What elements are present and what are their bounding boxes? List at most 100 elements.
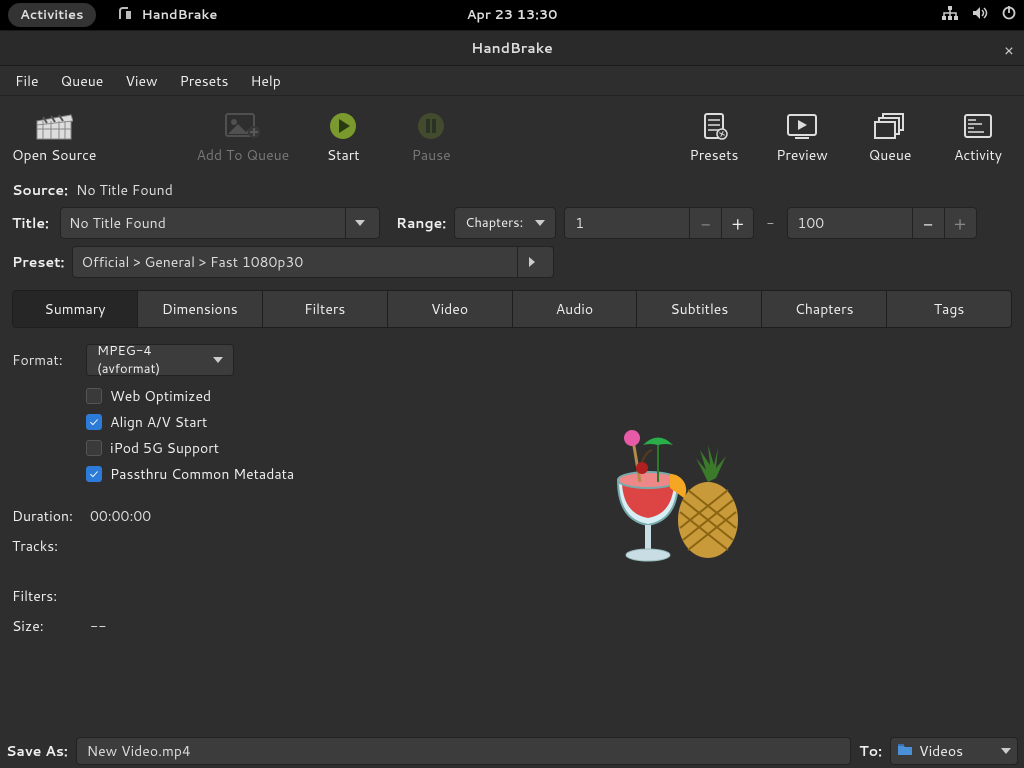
tab-audio[interactable]: Audio — [513, 291, 638, 327]
duration-label: Duration: — [12, 506, 74, 526]
chevron-down-icon — [1001, 748, 1011, 754]
saveas-input[interactable]: New Video.mp4 — [76, 737, 852, 765]
web-optimized-label: Web Optimized — [110, 386, 211, 406]
checkbox-icon — [86, 414, 102, 430]
to-label: To: — [859, 741, 882, 761]
activity-icon — [962, 110, 994, 142]
close-icon[interactable]: × — [1004, 39, 1014, 62]
presets-button[interactable]: Presets — [680, 110, 748, 165]
ipod-check[interactable]: iPod 5G Support — [86, 438, 294, 458]
menu-presets[interactable]: Presets — [169, 66, 240, 96]
title-combo[interactable]: No Title Found — [60, 207, 380, 239]
toolbar: Open Source Add To Queue Start Pause Pre… — [0, 96, 1024, 172]
tab-chapters[interactable]: Chapters — [762, 291, 887, 327]
image-add-icon — [224, 110, 262, 142]
menu-view[interactable]: View — [114, 66, 168, 96]
align-av-label: Align A/V Start — [110, 412, 207, 432]
tab-subtitles[interactable]: Subtitles — [637, 291, 762, 327]
save-bar: Save As: New Video.mp4 To: Videos — [0, 734, 1024, 768]
summary-panel: Format: MPEG-4 (avformat) Web Optimized … — [0, 328, 1024, 652]
open-source-label: Open Source — [12, 145, 96, 165]
tab-video[interactable]: Video — [388, 291, 513, 327]
plus-icon[interactable]: + — [944, 208, 976, 238]
activities-button[interactable]: Activities — [8, 3, 96, 27]
web-optimized-check[interactable]: Web Optimized — [86, 386, 294, 406]
folder-icon — [897, 741, 913, 761]
checkbox-icon — [86, 466, 102, 482]
chevron-down-icon — [345, 208, 371, 238]
preview-button[interactable]: Preview — [768, 110, 836, 165]
preset-expand-icon[interactable] — [517, 247, 545, 277]
add-queue-label: Add To Queue — [196, 145, 289, 165]
pause-label: Pause — [412, 145, 451, 165]
menu-queue[interactable]: Queue — [50, 66, 115, 96]
saveas-label: Save As: — [6, 741, 68, 761]
start-label: Start — [327, 145, 360, 165]
open-source-button[interactable]: Open Source — [12, 110, 96, 165]
preset-combo-value: Official > General > Fast 1080p30 — [81, 252, 511, 272]
source-fields: Source: No Title Found Title: No Title F… — [0, 172, 1024, 284]
source-value: No Title Found — [76, 180, 173, 200]
add-queue-button[interactable]: Add To Queue — [196, 110, 289, 165]
preset-label: Preset: — [12, 252, 64, 272]
minus-icon[interactable]: − — [912, 208, 944, 238]
presets-label: Presets — [690, 145, 739, 165]
window-titlebar: HandBrake × — [0, 30, 1024, 66]
queue-button[interactable]: Queue — [856, 110, 924, 165]
destination-value: Videos — [919, 741, 963, 761]
format-combo[interactable]: MPEG-4 (avformat) — [86, 344, 234, 376]
plus-icon[interactable]: + — [721, 208, 753, 238]
destination-combo[interactable]: Videos — [890, 737, 1018, 765]
tab-summary[interactable]: Summary — [13, 291, 138, 327]
window-title: HandBrake — [471, 38, 553, 58]
handbrake-icon — [116, 5, 134, 26]
saveas-value: New Video.mp4 — [87, 741, 191, 761]
gnome-top-bar: Activities HandBrake Apr 23 13:30 — [0, 0, 1024, 30]
source-label: Source: — [12, 180, 68, 200]
title-label: Title: — [12, 213, 52, 233]
chevron-down-icon — [213, 357, 223, 363]
passthru-meta-check[interactable]: Passthru Common Metadata — [86, 464, 294, 484]
preview-area — [334, 344, 1012, 636]
checkbox-icon — [86, 440, 102, 456]
duration-value: 00:00:00 — [90, 506, 151, 526]
passthru-meta-label: Passthru Common Metadata — [110, 464, 294, 484]
menu-help[interactable]: Help — [239, 66, 291, 96]
activity-label: Activity — [954, 145, 1002, 165]
tab-dimensions[interactable]: Dimensions — [138, 291, 263, 327]
power-icon[interactable] — [1002, 5, 1016, 25]
top-app-name: HandBrake — [142, 6, 218, 24]
range-mode-combo[interactable]: Chapters: — [454, 207, 556, 239]
start-button[interactable]: Start — [309, 110, 377, 165]
minus-icon[interactable]: − — [689, 208, 721, 238]
range-from-value: 1 — [575, 213, 689, 233]
align-av-check[interactable]: Align A/V Start — [86, 412, 294, 432]
activity-button[interactable]: Activity — [944, 110, 1012, 165]
range-dash: - — [762, 213, 778, 233]
volume-icon[interactable] — [972, 5, 988, 25]
range-to-spin[interactable]: 100 − + — [787, 207, 977, 239]
presets-icon — [699, 110, 729, 142]
format-value: MPEG-4 (avformat) — [97, 342, 207, 378]
size-value: -- — [90, 616, 107, 636]
tab-filters[interactable]: Filters — [263, 291, 388, 327]
queue-label: Queue — [869, 145, 912, 165]
range-from-spin[interactable]: 1 − + — [564, 207, 754, 239]
format-label: Format: — [12, 350, 74, 370]
preview-label: Preview — [776, 145, 828, 165]
pause-icon — [416, 110, 446, 142]
preview-icon — [785, 110, 819, 142]
tracks-label: Tracks: — [12, 536, 74, 556]
pause-button[interactable]: Pause — [397, 110, 465, 165]
title-combo-value: No Title Found — [69, 213, 333, 233]
chevron-down-icon — [535, 220, 545, 226]
network-icon[interactable] — [942, 5, 958, 25]
menu-bar: File Queue View Presets Help — [0, 66, 1024, 96]
top-app-indicator[interactable]: HandBrake — [116, 5, 218, 26]
clock[interactable]: Apr 23 13:30 — [467, 6, 558, 24]
range-label: Range: — [396, 213, 446, 233]
preset-combo[interactable]: Official > General > Fast 1080p30 — [72, 246, 554, 278]
tab-tags[interactable]: Tags — [887, 291, 1011, 327]
menu-file[interactable]: File — [4, 66, 50, 96]
play-icon — [328, 110, 358, 142]
